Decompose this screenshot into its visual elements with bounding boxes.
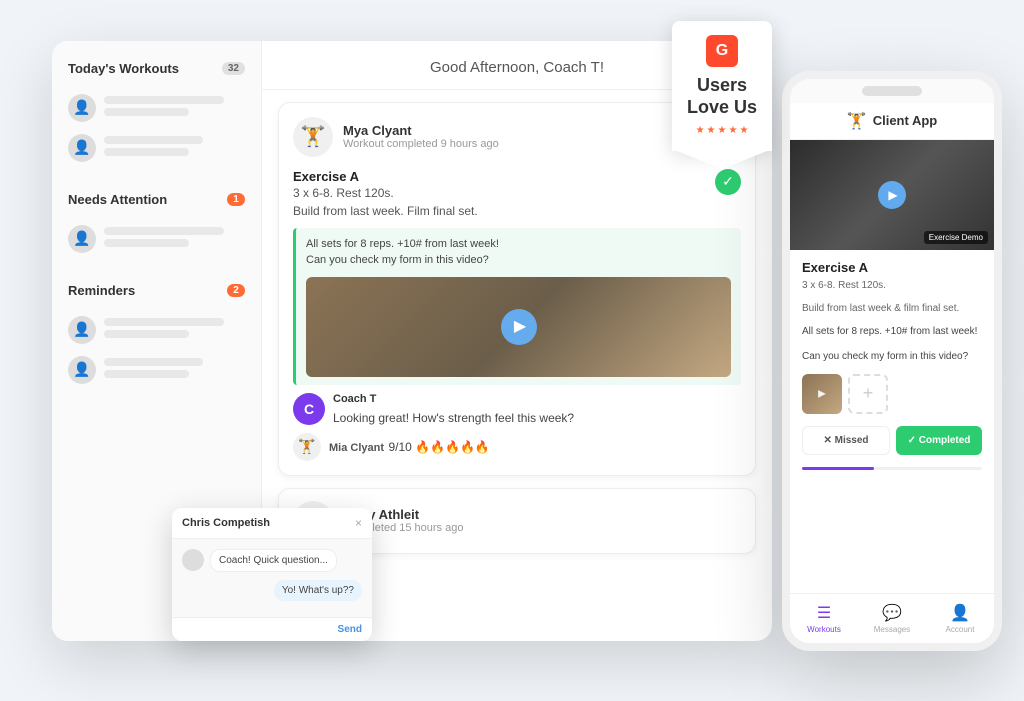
mobile-body: Exercise A 3 x 6-8. Rest 120s. Build fro… — [790, 250, 994, 492]
messages-nav-label: Messages — [874, 625, 910, 634]
exercise-detail-2: Build from last week. Film final set. — [293, 202, 478, 220]
mobile-comment-1: All sets for 8 reps. +10# from last week… — [802, 324, 982, 339]
sidebar-section-attention: Needs Attention 1 👤 — [68, 192, 245, 259]
chat-avatar-client — [182, 549, 204, 571]
greeting-text: Good Afternoon, Coach T! — [430, 59, 604, 76]
mobile-video-thumb[interactable]: ▶ — [802, 374, 842, 414]
badge-workouts-count: 32 — [222, 62, 245, 75]
g2-logo: G — [706, 35, 738, 67]
completed-check-icon: ✓ — [715, 169, 741, 195]
chat-footer: Send — [172, 617, 372, 641]
sidebar-title-attention: Needs Attention — [68, 192, 167, 207]
chat-message-2-row: Yo! What's up?? — [182, 580, 362, 601]
mobile-missed-button[interactable]: ✕ Missed — [802, 426, 890, 455]
mobile-nav-account[interactable]: 👤 Account — [926, 603, 994, 634]
mobile-add-media-button[interactable]: + — [848, 374, 888, 414]
chat-message-1-row: Coach! Quick question... — [182, 549, 362, 572]
chat-contact-name: Chris Competish — [182, 517, 270, 529]
mobile-header: 🏋️ Client App — [790, 103, 994, 140]
mobile-media-row: ▶ + — [802, 374, 982, 414]
mobile-header-icon: 🏋️ — [847, 111, 867, 131]
avatar-reminder-1: 👤 — [68, 316, 96, 344]
chat-popup[interactable]: Chris Competish × Coach! Quick question.… — [172, 508, 372, 641]
coach-message: Looking great! How's strength feel this … — [333, 407, 574, 425]
exercise-detail-1: 3 x 6-8. Rest 120s. — [293, 184, 478, 202]
avatar-attention-1: 👤 — [68, 225, 96, 253]
avatar-mya: 🏋️ — [293, 117, 333, 157]
badge-shape: G Users Love Us ★ ★ ★ ★ ★ — [672, 21, 772, 151]
badge-reminders-count: 2 — [227, 284, 245, 297]
chat-message-2: Yo! What's up?? — [274, 580, 362, 601]
sidebar-item-reminder-1[interactable]: 👤 — [68, 310, 245, 350]
mobile-header-title: Client App — [873, 113, 938, 128]
mobile-progress-fill — [802, 467, 874, 470]
sidebar-item-workout-2[interactable]: 👤 — [68, 128, 245, 168]
workouts-nav-icon: ☰ — [817, 603, 831, 623]
sidebar-header-workouts: Today's Workouts 32 — [68, 61, 245, 76]
mobile-exercise-title: Exercise A — [802, 260, 982, 275]
mobile-status-bar — [790, 79, 994, 103]
mobile-action-row: ✕ Missed ✓ Completed — [802, 426, 982, 455]
sidebar-item-workout-1[interactable]: 👤 — [68, 88, 245, 128]
comment-line-1: All sets for 8 reps. +10# from last week… — [306, 236, 731, 253]
desktop-ui: Today's Workouts 32 👤 👤 — [52, 41, 772, 641]
mobile-video-thumbnail[interactable]: ▶ Exercise Demo — [790, 140, 994, 250]
sidebar-title-workouts: Today's Workouts — [68, 61, 179, 76]
comment-line-2: Can you check my form in this video? — [306, 252, 731, 269]
exercise-row-a: Exercise A 3 x 6-8. Rest 120s. Build fro… — [293, 169, 741, 220]
chat-close-icon[interactable]: × — [355, 516, 362, 530]
video-thumbnail[interactable]: ▶ — [306, 277, 731, 377]
chat-message-1: Coach! Quick question... — [210, 549, 337, 572]
mobile-play-button[interactable]: ▶ — [878, 181, 906, 209]
completed-label: ✓ Completed — [908, 435, 971, 446]
mobile-progress-bar — [802, 467, 982, 470]
comment-box: All sets for 8 reps. +10# from last week… — [293, 228, 741, 385]
badge-attention-count: 1 — [227, 193, 245, 206]
mobile-video-label: Exercise Demo — [924, 231, 988, 244]
badge-title: Users Love Us — [687, 75, 757, 118]
mobile-ui: 🏋️ Client App ▶ Exercise Demo Exercise A… — [782, 71, 1002, 651]
mobile-nav-messages[interactable]: 💬 Messages — [858, 603, 926, 634]
avatar-mya-reply: 🏋️ — [293, 433, 321, 461]
coach-name: Coach T — [333, 393, 574, 405]
avatar-workout-1: 👤 — [68, 94, 96, 122]
account-nav-icon: 👤 — [950, 603, 970, 623]
sidebar-header-attention: Needs Attention 1 — [68, 192, 245, 207]
messages-nav-icon: 💬 — [882, 603, 902, 623]
user-status-mya: Workout completed 9 hours ago — [343, 138, 499, 150]
mobile-exercise-detail-1: 3 x 6-8. Rest 120s. — [802, 278, 982, 293]
coach-reply-row: C Coach T Looking great! How's strength … — [293, 393, 741, 425]
mobile-nav-bar: ☰ Workouts 💬 Messages 👤 Account — [790, 593, 994, 643]
avatar-reminder-2: 👤 — [68, 356, 96, 384]
account-nav-label: Account — [946, 625, 975, 634]
user-name-mya: Mya Clyant — [343, 123, 499, 138]
sidebar-title-reminders: Reminders — [68, 283, 135, 298]
mobile-exercise-detail-2: Build from last week & film final set. — [802, 301, 982, 316]
chat-send-button[interactable]: Send — [338, 624, 362, 635]
chat-header: Chris Competish × — [172, 508, 372, 539]
sidebar-item-attention-1[interactable]: 👤 — [68, 219, 245, 259]
client-reply-row: 🏋️ Mia Clyant 9/10 🔥🔥🔥🔥🔥 — [293, 433, 741, 461]
coach-avatar: C — [293, 393, 325, 425]
users-love-us-badge: G Users Love Us ★ ★ ★ ★ ★ — [672, 21, 782, 161]
sidebar-section-reminders: Reminders 2 👤 👤 — [68, 283, 245, 390]
mobile-notch — [862, 86, 922, 96]
badge-stars: ★ ★ ★ ★ ★ — [696, 125, 749, 136]
mobile-comment-2: Can you check my form in this video? — [802, 349, 982, 364]
missed-label: ✕ Missed — [823, 435, 868, 446]
chat-body: Coach! Quick question... Yo! What's up?? — [172, 539, 372, 617]
mobile-completed-button[interactable]: ✓ Completed — [896, 426, 982, 455]
mobile-nav-workouts[interactable]: ☰ Workouts — [790, 603, 858, 634]
exercise-title-a: Exercise A — [293, 169, 478, 184]
client-reply-name: Mia Clyant — [329, 442, 384, 454]
sidebar-item-reminder-2[interactable]: 👤 — [68, 350, 245, 390]
sidebar-header-reminders: Reminders 2 — [68, 283, 245, 298]
play-button[interactable]: ▶ — [501, 309, 537, 345]
client-reply-text: 9/10 🔥🔥🔥🔥🔥 — [388, 440, 489, 454]
sidebar-section-workouts: Today's Workouts 32 👤 👤 — [68, 61, 245, 168]
workouts-nav-label: Workouts — [807, 625, 841, 634]
avatar-workout-2: 👤 — [68, 134, 96, 162]
